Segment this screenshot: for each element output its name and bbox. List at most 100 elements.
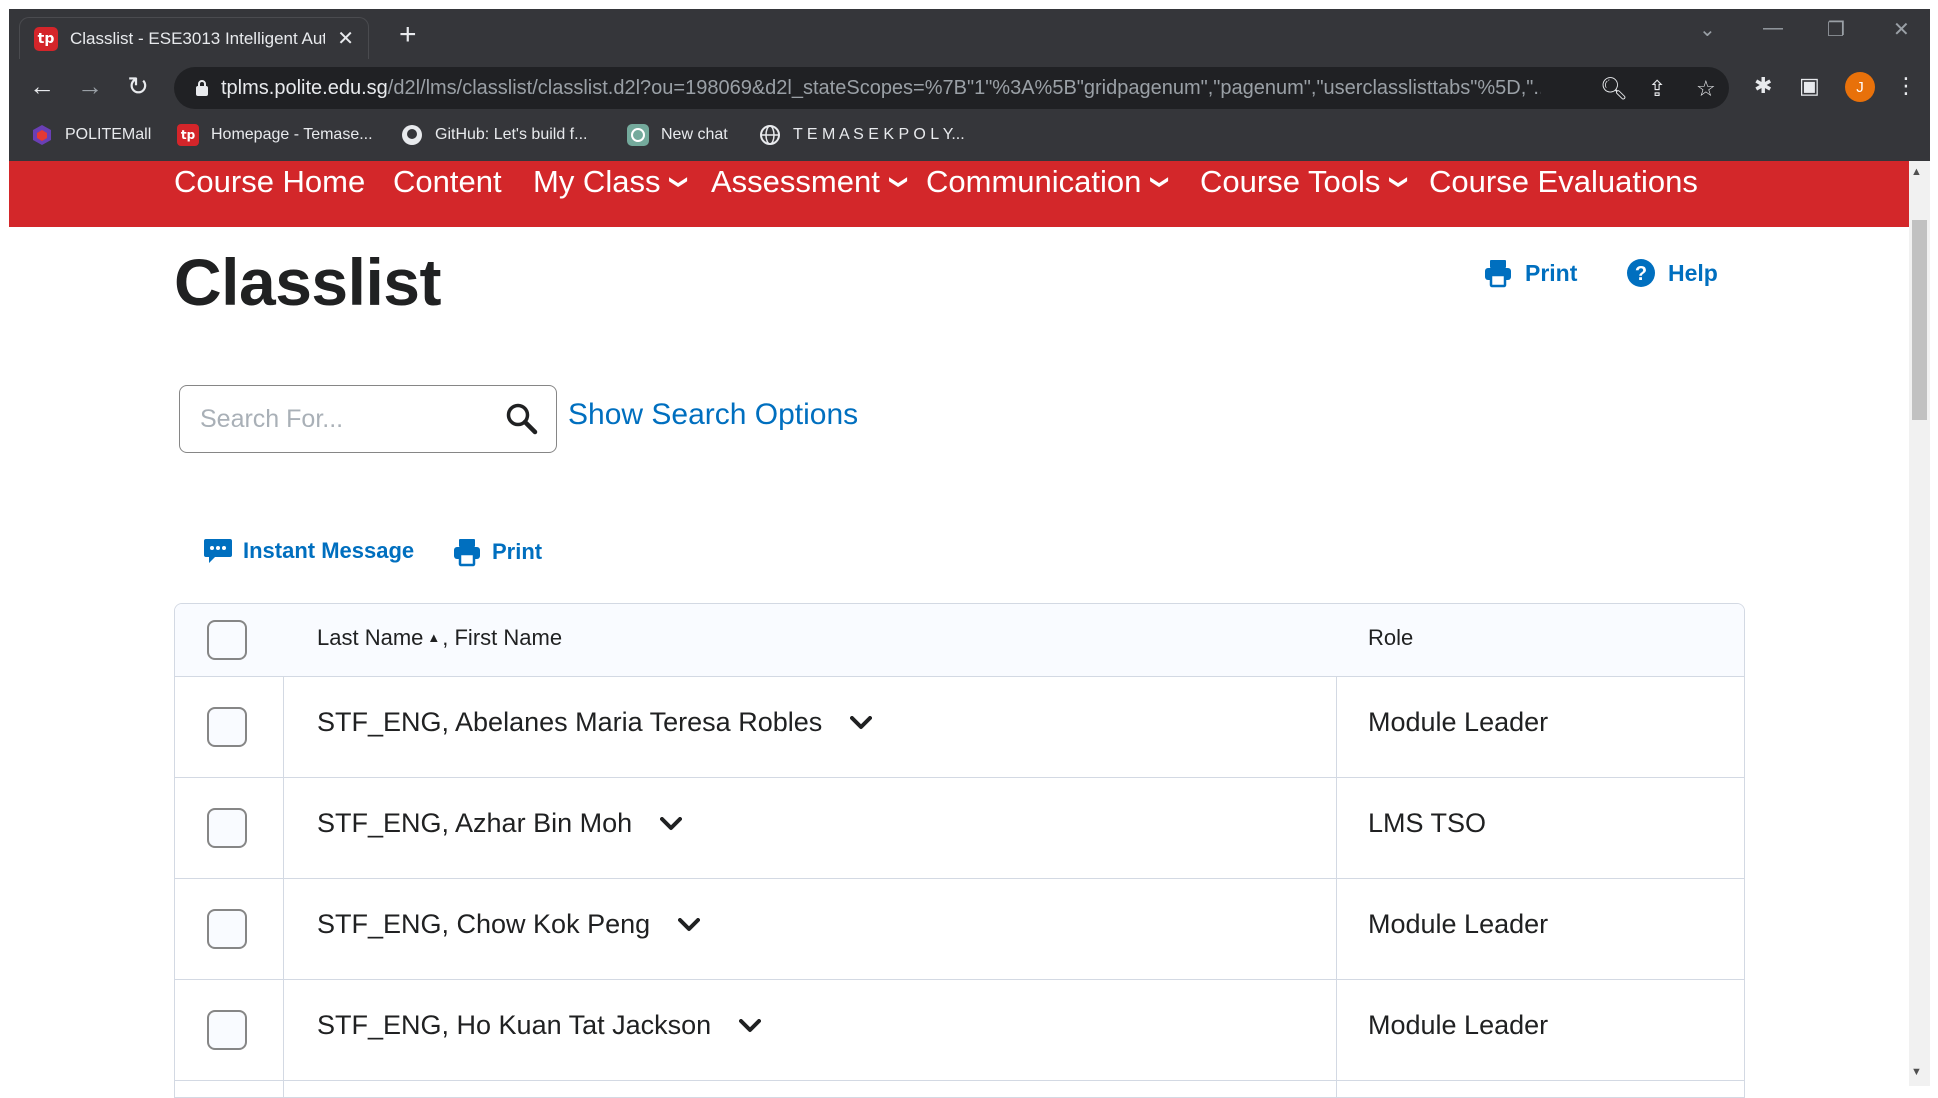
- row-checkbox[interactable]: [207, 808, 247, 848]
- tab-title: Classlist - ESE3013 Intelligent Auto: [70, 28, 326, 48]
- user-name: STF_ENG, Ho Kuan Tat Jackson: [317, 1010, 712, 1040]
- search-icon[interactable]: [505, 402, 539, 436]
- globe-icon: [760, 125, 780, 145]
- chevron-down-icon[interactable]: [850, 715, 873, 730]
- svg-text:?: ?: [1635, 263, 1647, 285]
- nav-assessment[interactable]: Assessment ❯: [711, 161, 909, 203]
- chatgpt-icon: [627, 124, 649, 146]
- extensions-icon[interactable]: ✱: [1754, 73, 1772, 99]
- chevron-down-icon[interactable]: [660, 816, 683, 831]
- bookmark-label: T E M A S E K P O L Y...: [793, 126, 965, 143]
- row-checkbox[interactable]: [207, 1010, 247, 1050]
- nav-communication[interactable]: Communication ❯: [926, 161, 1171, 203]
- print-list-button[interactable]: Print: [452, 537, 542, 567]
- page-title: Classlist: [174, 245, 441, 319]
- search-input[interactable]: [200, 400, 480, 438]
- nav-label: Content: [393, 164, 502, 199]
- search-box: [179, 385, 557, 453]
- close-window-icon[interactable]: ✕: [1893, 17, 1910, 42]
- bookmark-new-chat[interactable]: New chat: [627, 124, 728, 146]
- table-header-row: Last Name ▲, First Name Role: [175, 604, 1744, 677]
- chevron-down-icon: ❯: [889, 174, 910, 190]
- show-search-options-link[interactable]: Show Search Options: [568, 398, 858, 432]
- nav-label: Course Home: [174, 164, 366, 199]
- help-button[interactable]: ? Help: [1626, 258, 1718, 288]
- print-label: Print: [492, 539, 543, 564]
- table-row: STF_ENG, Ho Kuan Tat Jackson Module Lead…: [175, 980, 1744, 1081]
- side-panel-icon[interactable]: ▣: [1799, 73, 1820, 99]
- bookmark-temasekpoly[interactable]: T E M A S E K P O L Y...: [759, 124, 965, 146]
- tab-search-icon[interactable]: ⌄: [1699, 17, 1716, 42]
- nav-label: Communication: [926, 164, 1142, 199]
- profile-avatar[interactable]: J: [1845, 72, 1875, 102]
- sort-ascending-icon: ▲: [427, 629, 441, 645]
- url-domain: tplms.polite.edu.sg: [221, 77, 388, 99]
- printer-icon: [454, 539, 480, 567]
- restore-icon[interactable]: ❐: [1827, 17, 1845, 42]
- github-icon: [402, 125, 422, 145]
- user-name-cell: STF_ENG, Abelanes Maria Teresa Robles: [317, 707, 873, 738]
- user-role: Module Leader: [1368, 909, 1549, 939]
- user-role: Module Leader: [1368, 707, 1549, 737]
- course-navbar: Course Home Content My Class ❯ Assessment…: [9, 161, 1909, 227]
- user-name: STF_ENG, Abelanes Maria Teresa Robles: [317, 707, 823, 737]
- nav-course-evaluations[interactable]: Course Evaluations: [1429, 161, 1698, 203]
- browser-tab-bar: tp Classlist - ESE3013 Intelligent Auto …: [9, 9, 1930, 59]
- new-tab-button[interactable]: +: [399, 18, 417, 52]
- bookmark-label: New chat: [661, 126, 728, 143]
- chevron-down-icon: ❯: [1389, 174, 1410, 190]
- nav-content[interactable]: Content: [393, 161, 502, 203]
- chevron-down-icon[interactable]: [678, 917, 701, 932]
- sort-by-name-header[interactable]: Last Name ▲, First Name: [317, 625, 562, 651]
- message-icon: [204, 539, 232, 563]
- classlist-table: Last Name ▲, First Name Role STF_ENG, Abe…: [174, 603, 1745, 1098]
- share-icon[interactable]: ⇪: [1648, 76, 1666, 102]
- user-name-cell: STF_ENG, Ho Kuan Tat Jackson: [317, 1010, 762, 1041]
- scrollbar-thumb[interactable]: [1912, 220, 1927, 420]
- nav-course-home[interactable]: Course Home: [174, 161, 365, 203]
- chevron-down-icon[interactable]: [739, 1018, 762, 1033]
- lock-icon: [196, 80, 208, 96]
- table-row: STF_ENG, Chow Kok Peng Module Leader: [175, 879, 1744, 980]
- bookmark-label: Homepage - Temase...: [211, 126, 373, 143]
- bookmark-politemall[interactable]: POLITEMall: [31, 124, 151, 146]
- header-last-name: Last Name: [317, 625, 424, 650]
- help-label: Help: [1668, 259, 1718, 286]
- select-all-checkbox[interactable]: [207, 620, 247, 660]
- bookmark-star-icon[interactable]: ☆: [1696, 76, 1716, 102]
- help-icon: ?: [1627, 259, 1655, 287]
- nav-label: Assessment: [711, 164, 880, 199]
- scroll-down-icon[interactable]: ▼: [1911, 1066, 1922, 1078]
- menu-kebab-icon[interactable]: ⋮: [1895, 73, 1917, 99]
- printer-icon: [1485, 260, 1511, 288]
- bookmark-github[interactable]: GitHub: Let's build f...: [401, 124, 587, 146]
- bookmark-homepage-temasek[interactable]: tp Homepage - Temase...: [177, 124, 373, 146]
- politemall-icon: [33, 125, 51, 145]
- scroll-up-icon[interactable]: ▲: [1911, 166, 1922, 178]
- row-checkbox[interactable]: [207, 909, 247, 949]
- url-text: tplms.polite.edu.sg/d2l/lms/classlist/cl…: [221, 77, 1541, 100]
- header-role: Role: [1368, 625, 1414, 650]
- tp-favicon-icon: tp: [34, 26, 58, 51]
- bookmark-label: POLITEMall: [65, 126, 152, 143]
- nav-label: Course Evaluations: [1429, 164, 1698, 199]
- zoom-icon[interactable]: 🔍︎: [1600, 76, 1628, 102]
- address-bar[interactable]: tplms.polite.edu.sg/d2l/lms/classlist/cl…: [174, 67, 1729, 109]
- browser-tab-active[interactable]: tp Classlist - ESE3013 Intelligent Auto …: [19, 17, 369, 59]
- header-first-name: , First Name: [442, 625, 563, 650]
- row-checkbox[interactable]: [207, 707, 247, 747]
- bookmarks-bar: POLITEMall tp Homepage - Temase... GitHu…: [9, 115, 1930, 161]
- table-row: STF_ENG, Abelanes Maria Teresa Robles Mo…: [175, 677, 1744, 778]
- forward-icon[interactable]: →: [73, 71, 107, 102]
- instant-message-button[interactable]: Instant Message: [203, 537, 414, 565]
- tab-close-icon[interactable]: ✕: [337, 26, 354, 51]
- url-path: /d2l/lms/classlist/classlist.d2l?ou=1980…: [387, 77, 1541, 99]
- nav-label: My Class: [533, 164, 661, 199]
- back-icon[interactable]: ←: [25, 71, 59, 102]
- nav-my-class[interactable]: My Class ❯: [533, 161, 690, 203]
- nav-course-tools[interactable]: Course Tools ❯: [1200, 161, 1410, 203]
- minimize-icon[interactable]: —: [1763, 17, 1783, 40]
- print-page-button[interactable]: Print: [1483, 258, 1577, 288]
- bookmark-label: GitHub: Let's build f...: [435, 126, 588, 143]
- reload-icon[interactable]: ↻: [121, 71, 155, 102]
